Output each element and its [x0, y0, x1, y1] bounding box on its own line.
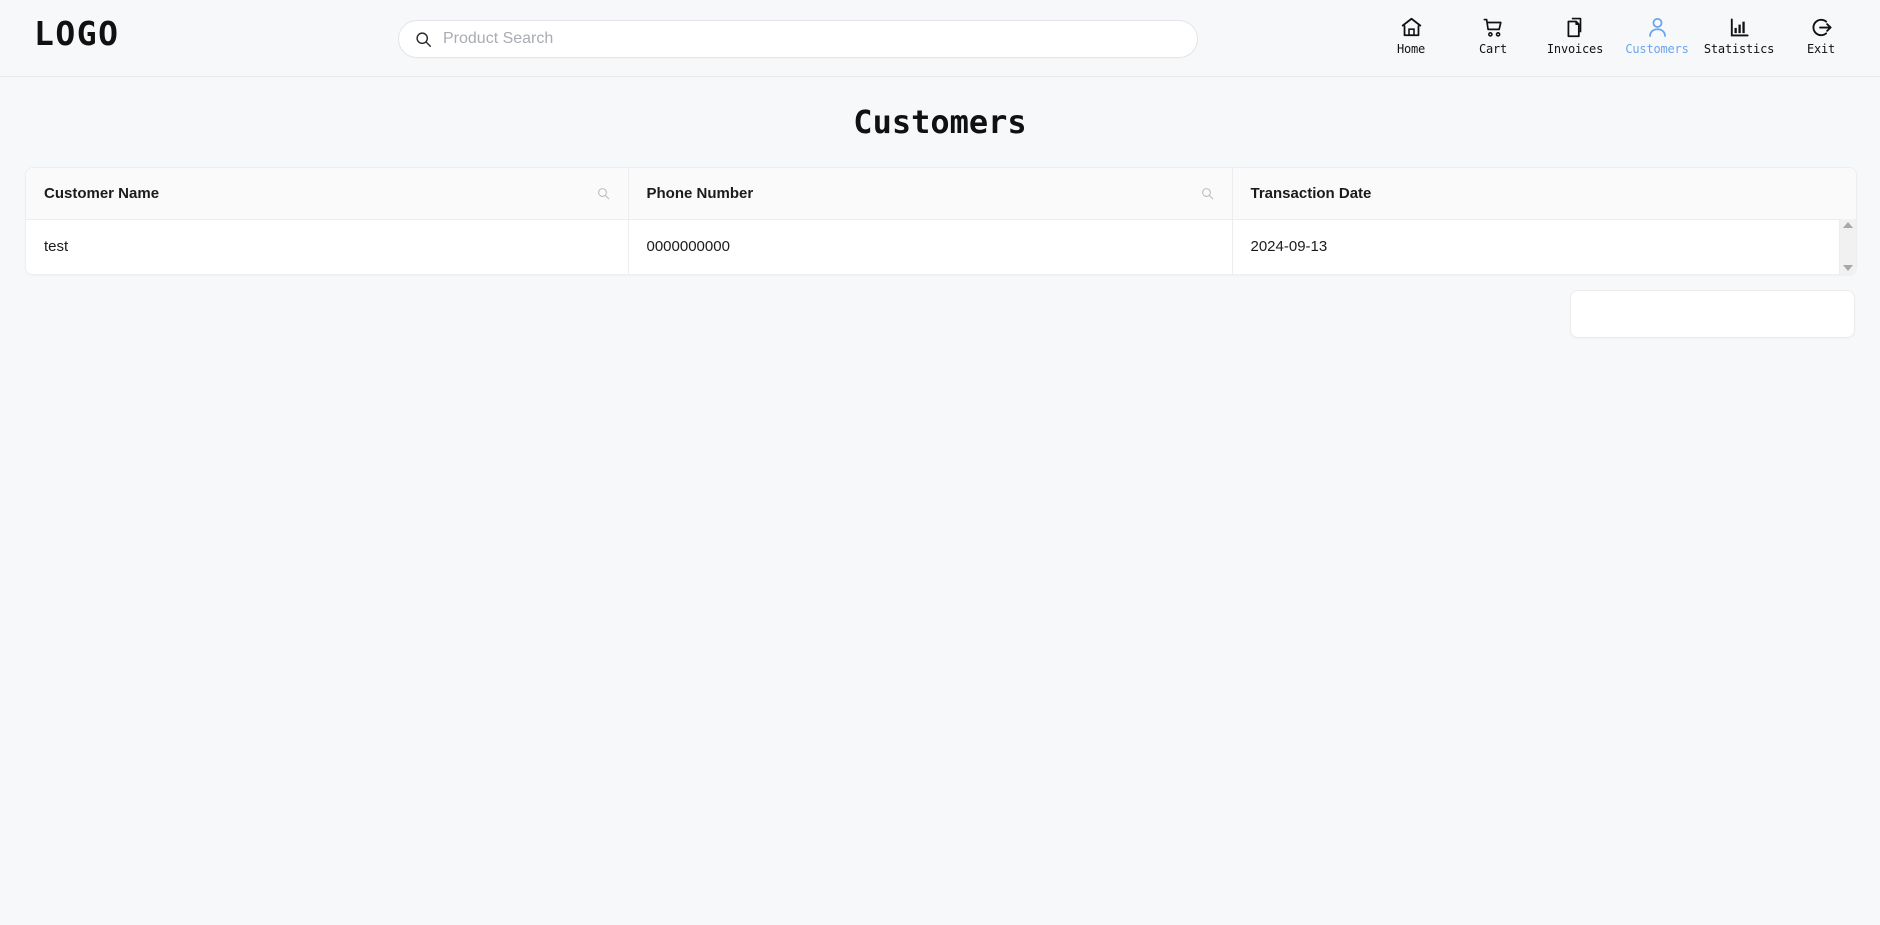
app-logo[interactable]: LOGO — [34, 17, 119, 50]
bar-chart-icon — [1727, 14, 1752, 40]
table-body: test 0000000000 2024-09-13 — [26, 219, 1856, 274]
table-vertical-scrollbar[interactable] — [1839, 219, 1856, 274]
search-box[interactable] — [398, 20, 1198, 58]
top-navigation-bar: LOGO Home — [0, 0, 1880, 77]
nav-items: Home Cart Invoices Customers Statistics … — [1370, 8, 1862, 59]
product-search-container — [398, 20, 1198, 58]
nav-label-cart: Cart — [1478, 42, 1508, 56]
column-label-transaction-date: Transaction Date — [1250, 184, 1372, 202]
column-filter-search-icon-phone-number[interactable] — [1201, 187, 1214, 200]
cell-phone-number: 0000000000 — [628, 219, 1233, 274]
nav-item-invoices[interactable]: Invoices — [1534, 8, 1616, 59]
person-icon — [1645, 14, 1670, 40]
nav-label-invoices: Invoices — [1546, 42, 1604, 56]
table-row[interactable]: test 0000000000 2024-09-13 — [26, 219, 1856, 274]
table-header-row: Customer Name Phone Number Transaction D… — [26, 168, 1856, 220]
empty-side-panel[interactable] — [1570, 290, 1855, 338]
column-label-phone-number: Phone Number — [646, 184, 754, 202]
cell-customer-name: test — [26, 219, 629, 274]
documents-icon — [1563, 14, 1588, 40]
search-icon — [415, 31, 432, 48]
exit-icon — [1809, 14, 1834, 40]
column-header-customer-name[interactable]: Customer Name — [26, 168, 629, 220]
nav-item-statistics[interactable]: Statistics — [1698, 8, 1780, 59]
column-filter-search-icon-customer-name[interactable] — [597, 187, 610, 200]
home-icon — [1399, 14, 1424, 40]
customers-table-container: Customer Name Phone Number Transaction D… — [25, 167, 1857, 275]
cell-transaction-date: 2024-09-13 — [1232, 219, 1856, 274]
nav-label-customers: Customers — [1625, 42, 1689, 56]
nav-item-exit[interactable]: Exit — [1780, 8, 1862, 59]
column-header-transaction-date[interactable]: Transaction Date — [1232, 168, 1856, 220]
scroll-down-icon[interactable] — [1843, 265, 1853, 271]
table-header: Customer Name Phone Number Transaction D… — [26, 168, 1856, 220]
scroll-up-icon[interactable] — [1843, 222, 1853, 228]
nav-item-home[interactable]: Home — [1370, 8, 1452, 59]
column-header-phone-number[interactable]: Phone Number — [628, 168, 1233, 220]
page-title: Customers — [853, 103, 1027, 141]
nav-label-exit: Exit — [1806, 42, 1836, 56]
column-label-customer-name: Customer Name — [44, 184, 160, 202]
nav-label-home: Home — [1396, 42, 1426, 56]
nav-label-statistics: Statistics — [1703, 42, 1775, 56]
nav-item-customers[interactable]: Customers — [1616, 8, 1698, 59]
cart-icon — [1481, 14, 1506, 40]
customers-table: Customer Name Phone Number Transaction D… — [26, 168, 1856, 274]
search-input[interactable] — [441, 21, 1181, 57]
nav-item-cart[interactable]: Cart — [1452, 8, 1534, 59]
